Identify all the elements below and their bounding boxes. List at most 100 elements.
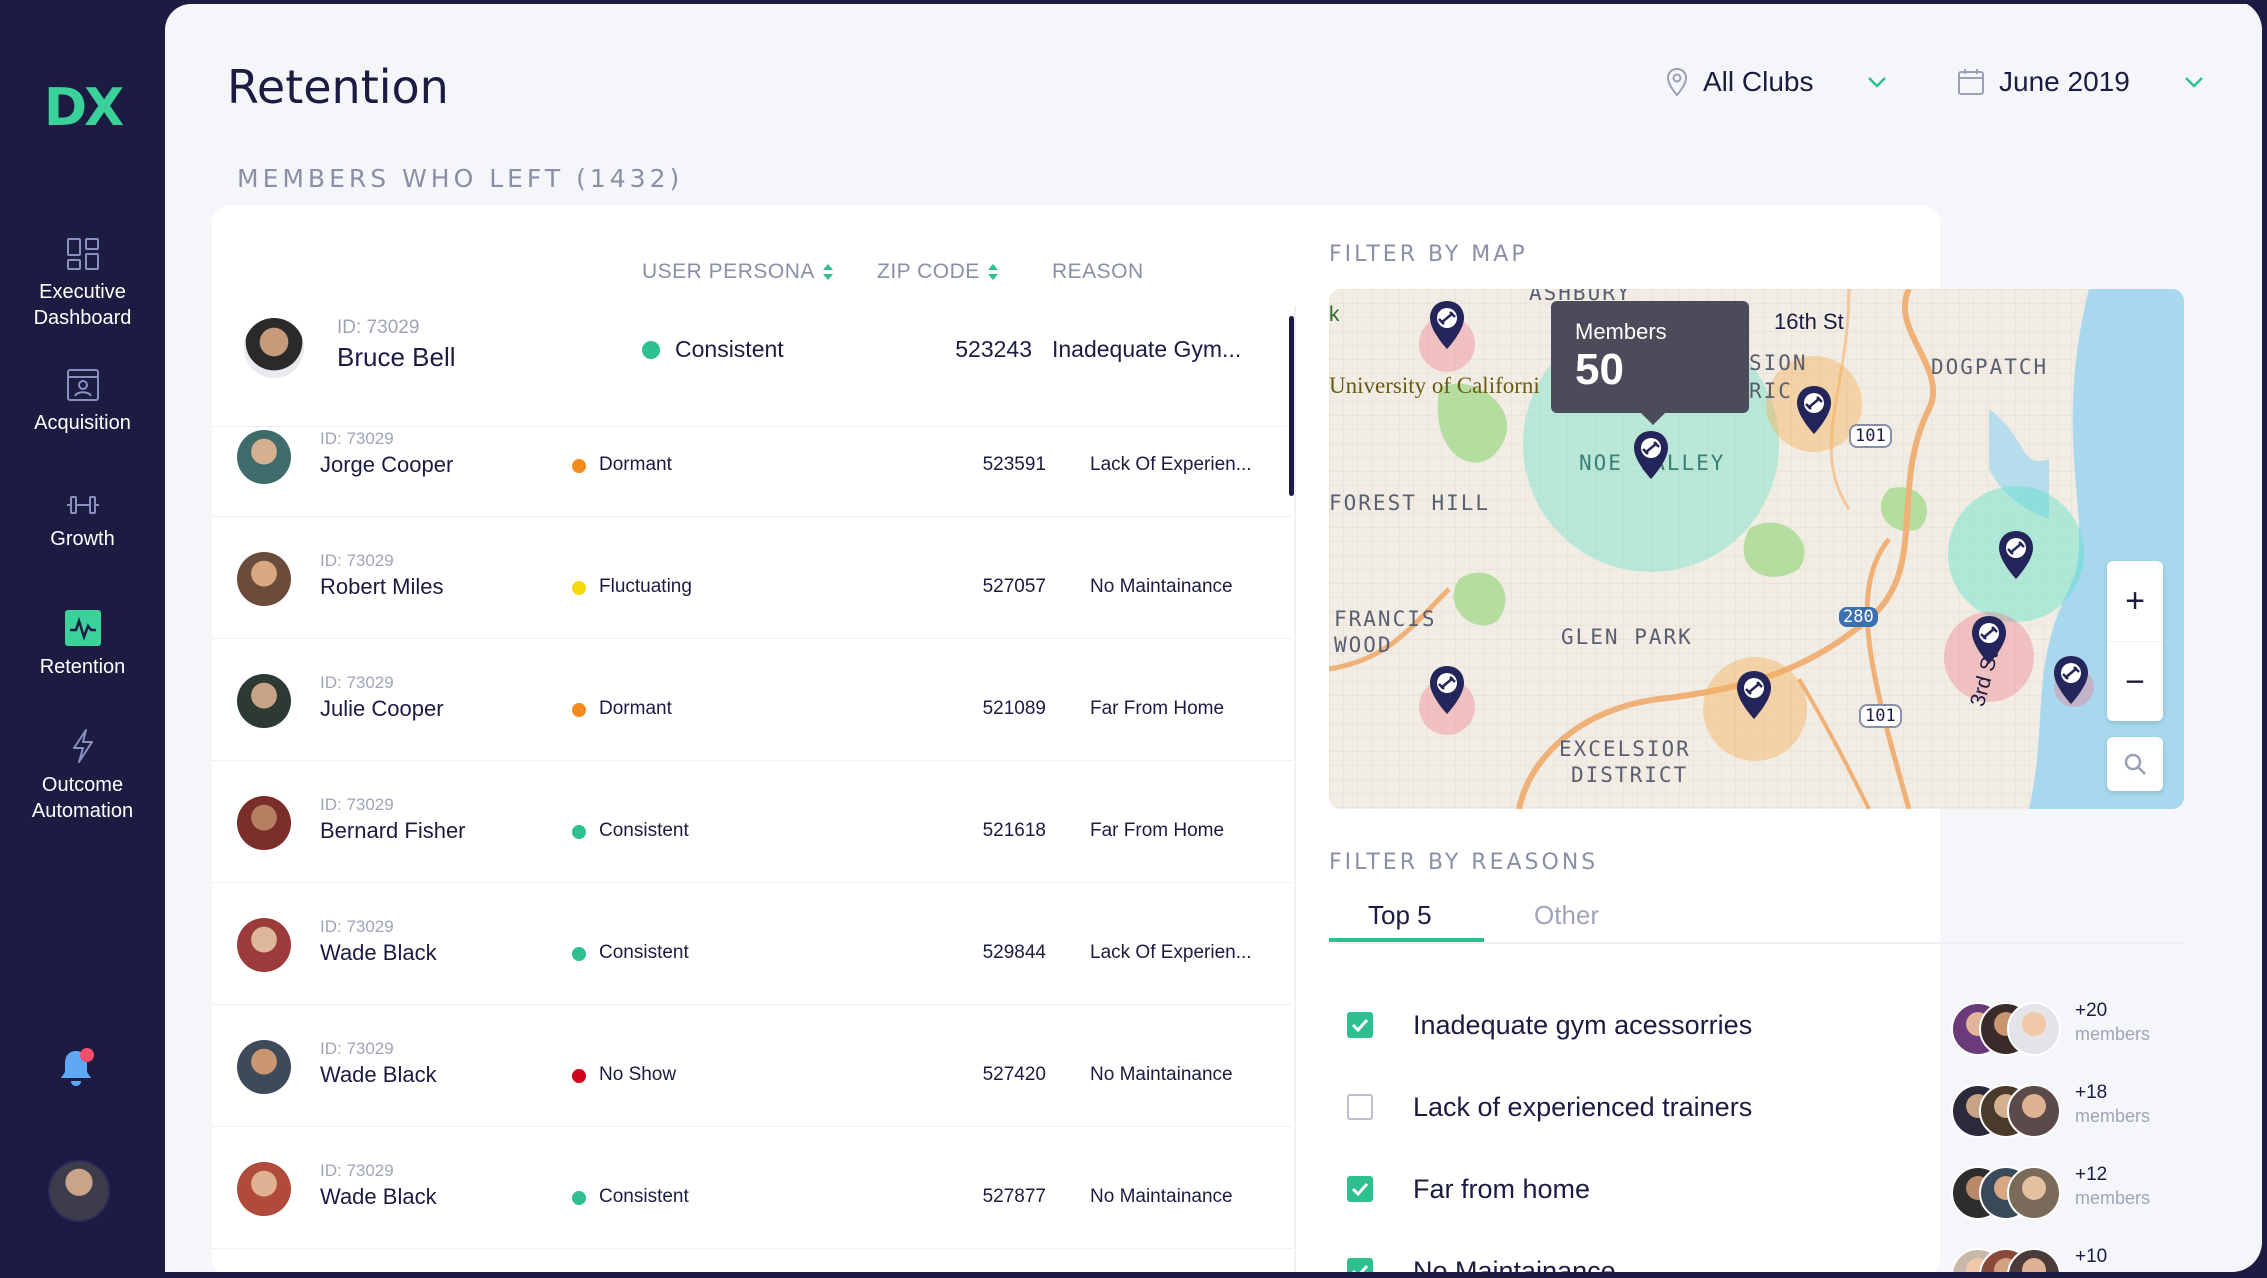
highway-280-badge: 280	[1839, 607, 1878, 627]
nav-executive-dashboard[interactable]: Executive Dashboard	[0, 237, 165, 331]
member-avatars	[1951, 1084, 2061, 1138]
sort-icon	[987, 264, 998, 280]
zoom-in-button[interactable]: +	[2107, 561, 2163, 642]
reason-item: Lack of experienced trainers +18 members	[1329, 1074, 2184, 1144]
avatar	[237, 1162, 291, 1216]
app-frame: DX Executive Dashboard Acquisition Growt…	[0, 0, 2262, 1272]
clubs-label: All Clubs	[1703, 66, 1814, 97]
reason: Lack Of Experien...	[1090, 942, 1252, 963]
members-card: USER PERSONA ZIP CODE REASON ID: 73029 B…	[212, 206, 2184, 1272]
reason-label: Lack of experienced trainers	[1413, 1092, 1753, 1122]
chevron-down-icon	[1868, 77, 1887, 88]
checkmark-icon	[1351, 1018, 1369, 1033]
gym-pin-icon[interactable]	[1427, 299, 1467, 351]
nav-label: Growth	[50, 528, 115, 550]
nav-acquisition[interactable]: Acquisition	[0, 368, 165, 436]
gym-pin-icon[interactable]	[2051, 654, 2091, 706]
reason: No Maintainance	[1090, 1186, 1233, 1207]
avatar	[237, 552, 291, 606]
reason-item: Far from home +12 members	[1329, 1156, 2184, 1226]
member-id: ID: 73029	[320, 917, 394, 936]
avatar	[237, 674, 291, 728]
month-label: June 2019	[1999, 66, 2130, 97]
reason-checkbox[interactable]	[1347, 1012, 1373, 1038]
table-row[interactable]: ID: 73029 Wade Black Consistent 529844 L…	[212, 884, 1292, 1005]
reason-label: Far from home	[1413, 1174, 1591, 1204]
table-row[interactable]: ID: 73029 Jorge Cooper Dormant 523591 La…	[212, 396, 1292, 517]
tab-other[interactable]: Other	[1534, 900, 1599, 931]
member-count: +12	[2075, 1164, 2108, 1185]
search-icon	[2124, 753, 2146, 775]
zip-code: 521089	[982, 698, 1046, 719]
member-name: Wade Black	[320, 940, 437, 965]
clubs-selector[interactable]: All Clubs	[1665, 66, 1887, 98]
reason-checkbox[interactable]	[1347, 1176, 1373, 1202]
avatar	[2007, 1002, 2061, 1056]
member-id: ID: 73029	[337, 317, 420, 338]
table-row[interactable]: ID: 73029 Wade Black No Show 527420 No M…	[212, 1006, 1292, 1127]
gym-pin-icon[interactable]	[1631, 429, 1671, 481]
reason: No Maintainance	[1090, 1064, 1233, 1085]
chevron-down-icon	[2184, 77, 2203, 88]
highway-101-badge: 101	[1859, 704, 1902, 728]
member-count: +10	[2075, 1246, 2108, 1267]
gym-pin-icon[interactable]	[1996, 529, 2036, 581]
reason: No Maintainance	[1090, 576, 1233, 597]
persona: Consistent	[599, 1186, 689, 1207]
nav-label: Retention	[39, 656, 126, 678]
reason-label: No Maintainance	[1413, 1256, 1616, 1272]
gym-pin-icon[interactable]	[1969, 614, 2009, 666]
reason: Inadequate Gym...	[1052, 336, 1242, 362]
tab-top-5[interactable]: Top 5	[1368, 900, 1432, 931]
reason: Lack Of Experien...	[1090, 454, 1252, 475]
persona-dot	[572, 1191, 586, 1205]
zoom-out-button[interactable]: −	[2107, 642, 2163, 722]
persona-column-header[interactable]: USER PERSONA	[642, 260, 833, 284]
member-id: ID: 73029	[320, 551, 394, 570]
notification-badge	[80, 1048, 94, 1062]
nav-label: Dashboard	[33, 307, 132, 329]
gym-pin-icon[interactable]	[1794, 384, 1834, 436]
acquisition-icon	[66, 369, 99, 401]
zip-code: 527057	[982, 576, 1046, 597]
persona: No Show	[599, 1064, 677, 1085]
avatar	[2007, 1166, 2061, 1220]
sidebar: DX Executive Dashboard Acquisition Growt…	[0, 0, 165, 1272]
table-row[interactable]: ID: 73029 Julie Cooper Dormant 521089 Fa…	[212, 640, 1292, 761]
member-id: ID: 73029	[320, 673, 394, 692]
sort-icon	[822, 264, 833, 280]
map-search-button[interactable]	[2107, 737, 2163, 791]
gym-pin-icon[interactable]	[1734, 669, 1774, 721]
reason-label: Inadequate gym acessorries	[1413, 1010, 1753, 1040]
table-row[interactable]: ID: 73029 Bernard Fisher Consistent 5216…	[212, 762, 1292, 883]
list-scrollbar[interactable]	[1289, 316, 1294, 496]
map[interactable]: ASHBURY 16th St DOGPATCH University of C…	[1329, 289, 2184, 809]
user-avatar[interactable]	[48, 1160, 110, 1222]
reason-checkbox[interactable]	[1347, 1258, 1373, 1272]
gym-pin-icon[interactable]	[1427, 664, 1467, 716]
map-place-label: WOOD	[1334, 633, 1393, 657]
reason: Far From Home	[1090, 820, 1225, 841]
member-id: ID: 73029	[320, 1161, 394, 1180]
table-row[interactable]: ID: 73029 Robert Miles Fluctuating 52705…	[212, 518, 1292, 639]
member-name: Robert Miles	[320, 574, 444, 599]
nav-retention[interactable]: Retention	[0, 610, 165, 680]
lightning-icon	[72, 729, 93, 763]
avatar	[237, 1040, 291, 1094]
reason-checkbox[interactable]	[1347, 1094, 1373, 1120]
panel-divider	[1294, 306, 1296, 1272]
member-count: +20	[2075, 1000, 2108, 1021]
persona: Consistent	[675, 336, 784, 362]
persona: Consistent	[599, 820, 689, 841]
avatar	[2007, 1084, 2061, 1138]
nav-outcome-automation[interactable]: Outcome Automation	[0, 728, 165, 824]
zip-column-header[interactable]: ZIP CODE	[877, 260, 998, 284]
map-place-label: DISTRICT	[1571, 763, 1689, 787]
reason-item: No Maintainance +10	[1329, 1238, 2184, 1272]
month-selector[interactable]: June 2019	[1957, 66, 2204, 98]
nav-growth[interactable]: Growth	[0, 492, 165, 552]
map-place-label: 16th St	[1774, 309, 1844, 334]
zip-code: 523591	[982, 454, 1046, 475]
table-row[interactable]: ID: 73029 Wade Black Consistent 527877 N…	[212, 1128, 1292, 1249]
map-place-label: RIC	[1749, 379, 1793, 403]
